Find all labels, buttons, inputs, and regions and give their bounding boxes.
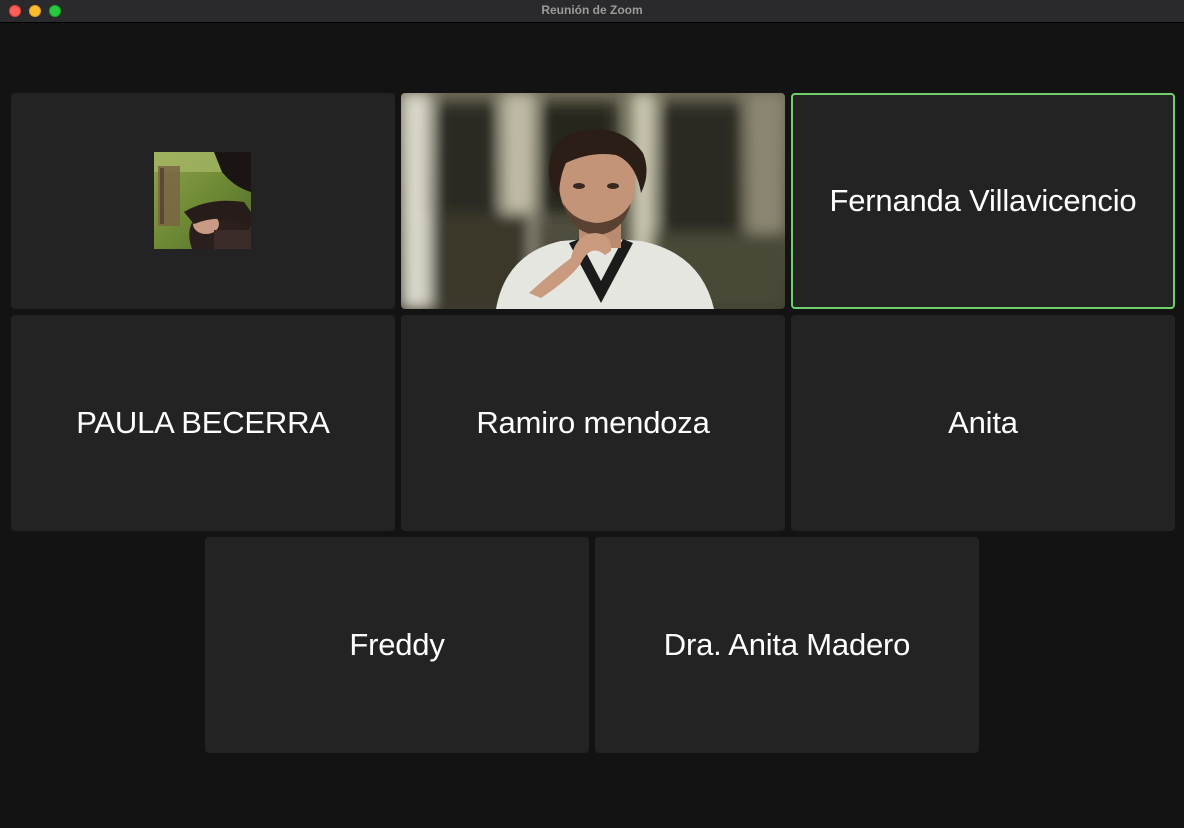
title-bar: Reunión de Zoom [0,0,1184,23]
participant-tile-profile-photo[interactable] [11,93,395,309]
participant-avatar [154,152,251,249]
window-title: Reunión de Zoom [541,3,643,17]
participant-name: Freddy [349,627,445,662]
participant-tile[interactable]: Dra. Anita Madero [595,537,979,753]
zoom-meeting-window: Reunión de Zoom Fernanda Villavicencio P… [0,0,1184,828]
participant-name: Anita [948,405,1018,440]
participant-name: Dra. Anita Madero [663,627,911,662]
participant-tile[interactable]: PAULA BECERRA [11,315,395,531]
participant-tile[interactable]: Ramiro mendoza [401,315,785,531]
participant-tile[interactable]: Anita [791,315,1175,531]
participant-name: PAULA BECERRA [76,405,330,440]
participant-name: Fernanda Villavicencio [829,183,1137,218]
participant-tile[interactable]: Freddy [205,537,589,753]
participant-name: Ramiro mendoza [476,405,710,440]
participant-video-feed [401,93,785,309]
participant-tile-video[interactable] [401,93,785,309]
participant-tile-active-speaker[interactable]: Fernanda Villavicencio [791,93,1175,309]
